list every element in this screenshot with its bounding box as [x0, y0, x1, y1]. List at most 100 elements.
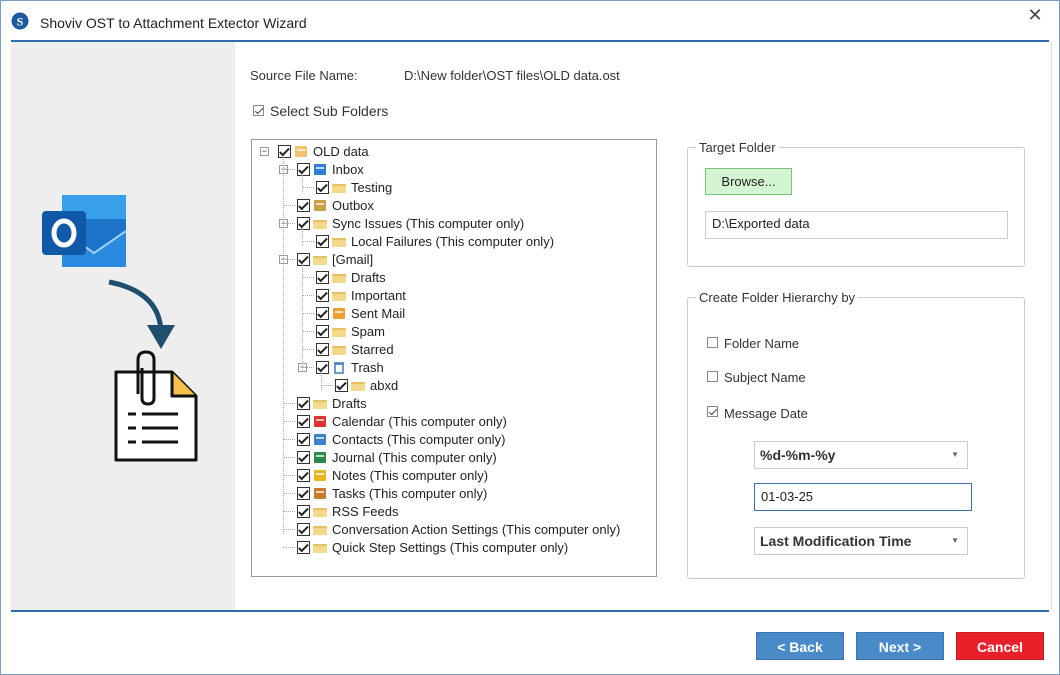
tree-item[interactable]: Quick Step Settings (This computer only)	[297, 538, 568, 556]
folder-tree[interactable]: OLD data − Inbox − Testing Outbox Sync Issues …	[251, 139, 657, 577]
tree-item-checkbox[interactable]	[297, 486, 310, 500]
tree-item[interactable]: Tasks (This computer only)	[297, 484, 487, 502]
date-preview-field[interactable]: 01-03-25	[754, 483, 972, 511]
tree-item[interactable]: [Gmail]	[297, 250, 373, 268]
mailbox-icon	[294, 144, 310, 158]
tree-item-checkbox[interactable]	[316, 270, 329, 284]
tree-item-label: Conversation Action Settings (This compu…	[332, 521, 621, 537]
browse-button[interactable]: Browse...	[705, 168, 792, 195]
right-edge-divider	[1051, 42, 1052, 610]
tree-item[interactable]: Contacts (This computer only)	[297, 430, 505, 448]
outbox-icon	[313, 198, 329, 212]
tree-item-checkbox[interactable]	[297, 450, 310, 464]
folder-icon	[313, 252, 329, 266]
tree-item[interactable]: Starred	[316, 340, 394, 358]
outlook-icon	[42, 195, 127, 267]
select-subfolders-label: Select Sub Folders	[270, 103, 389, 119]
folder-icon	[332, 234, 348, 248]
tree-connector	[283, 421, 295, 422]
tree-connector	[302, 277, 314, 278]
folder-name-label: Folder Name	[724, 336, 800, 351]
tree-connector	[283, 475, 295, 476]
sent-mail-icon	[332, 306, 348, 320]
tree-item[interactable]: RSS Feeds	[297, 502, 398, 520]
tree-item-checkbox[interactable]	[297, 252, 310, 266]
tasks-icon	[313, 486, 329, 500]
tree-item-label: Trash	[351, 359, 384, 375]
tree-item-checkbox[interactable]	[297, 432, 310, 446]
tree-item[interactable]: Drafts	[316, 268, 386, 286]
time-type-value: Last Modification Time	[760, 533, 912, 549]
date-format-value: %d-%m-%y	[760, 447, 836, 463]
tree-item[interactable]: Outbox	[297, 196, 374, 214]
time-type-select[interactable]: Last Modification Time ▼	[754, 527, 968, 555]
tree-item[interactable]: Calendar (This computer only)	[297, 412, 507, 430]
chevron-down-icon: ▼	[951, 536, 959, 545]
journal-icon	[313, 450, 329, 464]
tree-item[interactable]: Trash	[316, 358, 384, 376]
close-icon[interactable]: ✕	[1025, 5, 1045, 25]
tree-connector	[302, 295, 314, 296]
tree-item[interactable]: Conversation Action Settings (This compu…	[297, 520, 620, 538]
tree-item-checkbox[interactable]	[316, 180, 329, 194]
source-file-label: Source File Name:	[250, 68, 358, 83]
tree-item-checkbox[interactable]	[297, 414, 310, 428]
source-file-path: D:\New folder\OST files\OLD data.ost	[404, 68, 620, 83]
tree-item-checkbox[interactable]	[297, 540, 310, 554]
tree-connector	[302, 264, 303, 372]
cancel-button[interactable]: Cancel	[956, 632, 1044, 660]
left-illustration-panel	[11, 42, 235, 610]
tree-item-checkbox[interactable]	[316, 360, 329, 374]
title-bar: S Shoviv OST to Attachment Extector Wiza…	[1, 1, 1059, 41]
back-button[interactable]: < Back	[756, 632, 844, 660]
tree-item[interactable]: Sent Mail	[316, 304, 405, 322]
select-subfolders-checkbox[interactable]	[253, 105, 264, 116]
tree-item[interactable]: Testing	[316, 178, 392, 196]
tree-item[interactable]: Drafts	[297, 394, 367, 412]
folder-hierarchy-title: Create Folder Hierarchy by	[696, 290, 859, 305]
tree-item-checkbox[interactable]	[297, 216, 310, 230]
tree-item-checkbox[interactable]	[316, 342, 329, 356]
tree-item-checkbox[interactable]	[297, 198, 310, 212]
tree-item[interactable]: Spam	[316, 322, 385, 340]
tree-item[interactable]: Local Failures (This computer only)	[316, 232, 554, 250]
tree-item[interactable]: Notes (This computer only)	[297, 466, 488, 484]
tree-item[interactable]: abxd	[335, 376, 398, 394]
target-path-field[interactable]: D:\Exported data	[705, 211, 1008, 239]
tree-item[interactable]: OLD data	[278, 142, 369, 160]
contacts-icon	[313, 432, 329, 446]
tree-connector	[302, 349, 314, 350]
folder-icon	[313, 396, 329, 410]
tree-item-checkbox[interactable]	[335, 378, 348, 392]
collapse-toggle-icon[interactable]: −	[260, 147, 269, 156]
tree-item-checkbox[interactable]	[316, 324, 329, 338]
tree-item-label: RSS Feeds	[332, 503, 399, 519]
tree-item-label: Contacts (This computer only)	[332, 431, 506, 447]
tree-item-checkbox[interactable]	[316, 306, 329, 320]
message-date-checkbox[interactable]	[707, 406, 718, 417]
tree-item-checkbox[interactable]	[316, 234, 329, 248]
tree-item-checkbox[interactable]	[316, 288, 329, 302]
tree-item-checkbox[interactable]	[297, 468, 310, 482]
tree-item-label: Testing	[351, 179, 393, 195]
tree-connector	[302, 313, 314, 314]
tree-connector	[302, 228, 303, 246]
tree-connector	[302, 174, 303, 192]
subject-name-checkbox[interactable]	[707, 371, 718, 382]
tree-item[interactable]: Important	[316, 286, 406, 304]
tree-item-checkbox[interactable]	[297, 162, 310, 176]
next-button[interactable]: Next >	[856, 632, 944, 660]
tree-item-label: Starred	[351, 341, 394, 357]
tree-item-checkbox[interactable]	[297, 504, 310, 518]
tree-connector	[321, 372, 322, 390]
tree-item-checkbox[interactable]	[297, 522, 310, 536]
folder-name-checkbox[interactable]	[707, 337, 718, 348]
date-format-select[interactable]: %d-%m-%y ▼	[754, 441, 968, 469]
shoviv-logo-icon: S	[11, 12, 29, 30]
folder-icon	[313, 504, 329, 518]
tree-item-checkbox[interactable]	[278, 144, 291, 158]
tree-item[interactable]: Inbox	[297, 160, 364, 178]
tree-item-checkbox[interactable]	[297, 396, 310, 410]
tree-item[interactable]: Sync Issues (This computer only)	[297, 214, 524, 232]
tree-item[interactable]: Journal (This computer only)	[297, 448, 497, 466]
